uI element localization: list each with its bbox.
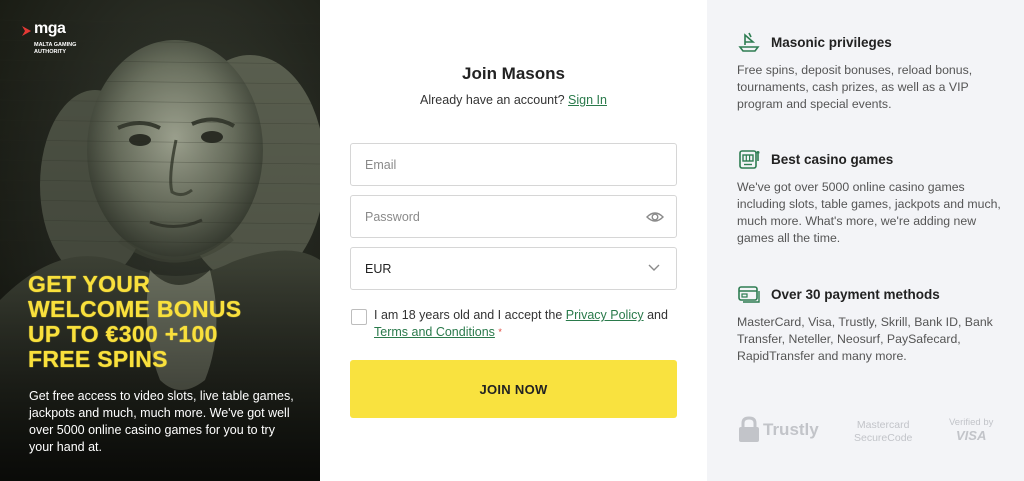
slot-machine-icon [739, 150, 760, 169]
eye-icon[interactable] [646, 209, 664, 225]
age-terms-checkbox[interactable] [351, 309, 367, 325]
credit-card-icon [738, 286, 760, 303]
verified-by-line: Verified by [949, 417, 994, 428]
mga-subtitle: MALTA GAMING AUTHORITY [34, 42, 77, 55]
mastercard-line: Mastercard [856, 419, 910, 431]
mga-wordmark: mga [34, 20, 66, 37]
currency-select[interactable]: EUR [350, 247, 677, 290]
headline-line: WELCOME BONUS [28, 296, 242, 322]
feature-title: Over 30 payment methods [771, 286, 940, 302]
terms-conditions-link[interactable]: Terms and Conditions [374, 325, 495, 339]
headline-line: FREE SPINS [28, 346, 168, 372]
form-title: Join Masons [462, 64, 565, 83]
terms-and: and [647, 308, 668, 322]
ship-icon [738, 32, 760, 52]
benefits-panel: Masonic privileges Free spins, deposit b… [707, 0, 1024, 481]
email-input[interactable] [365, 157, 662, 172]
join-now-button[interactable]: JOIN NOW [350, 360, 677, 418]
required-mark: * [498, 327, 502, 337]
headline-line: UP TO €300 +100 [28, 321, 218, 347]
payment-logos: Trustly Mastercard SecureCode Verified b… [737, 416, 1007, 450]
headline-line: GET YOUR [28, 271, 151, 297]
trustly-logo: Trustly [737, 416, 819, 444]
visa-wordmark: VISA [956, 428, 987, 443]
trustly-wordmark: Trustly [763, 420, 819, 439]
feature-title: Masonic privileges [771, 34, 892, 50]
mga-arrow-icon [22, 26, 31, 36]
chevron-down-icon [648, 264, 660, 271]
password-field[interactable] [350, 195, 677, 238]
feature-text: MasterCard, Visa, Trustly, Skrill, Bank … [737, 315, 993, 363]
verified-by-visa-logo: Verified by VISA [949, 417, 993, 443]
promo-description: Get free access to video slots, live tab… [29, 389, 294, 454]
account-prompt-text: Already have an account? [420, 93, 565, 107]
account-prompt: Already have an account? Sign In [320, 93, 707, 107]
mastercard-securecode-logo: Mastercard SecureCode [854, 419, 912, 445]
registration-form: Join Masons Already have an account? Sig… [320, 0, 707, 481]
promo-panel: mga MALTA GAMING AUTHORITY GET YOUR WELC… [0, 0, 320, 481]
mga-logo: mga MALTA GAMING AUTHORITY [22, 20, 112, 62]
terms-label: I am 18 years old and I accept the Priva… [374, 307, 674, 341]
email-field[interactable] [350, 143, 677, 186]
feature-best-casino-games: Best casino games We've got over 5000 on… [737, 147, 1007, 247]
feature-masonic-privileges: Masonic privileges Free spins, deposit b… [737, 30, 1007, 113]
privacy-policy-link[interactable]: Privacy Policy [566, 308, 644, 322]
terms-prefix: I am 18 years old and I accept the [374, 308, 563, 322]
sign-in-link[interactable]: Sign In [568, 93, 607, 107]
feature-title: Best casino games [771, 151, 894, 167]
padlock-icon [739, 416, 759, 442]
securecode-line: SecureCode [854, 432, 913, 444]
feature-payment-methods: Over 30 payment methods MasterCard, Visa… [737, 282, 1007, 365]
currency-value: EUR [365, 261, 392, 276]
bonus-headline: GET YOUR WELCOME BONUS UP TO €300 +100 F… [28, 272, 308, 372]
feature-text: We've got over 5000 online casino games … [737, 180, 1001, 245]
feature-text: Free spins, deposit bonuses, reload bonu… [737, 63, 973, 111]
password-input[interactable] [365, 209, 662, 224]
